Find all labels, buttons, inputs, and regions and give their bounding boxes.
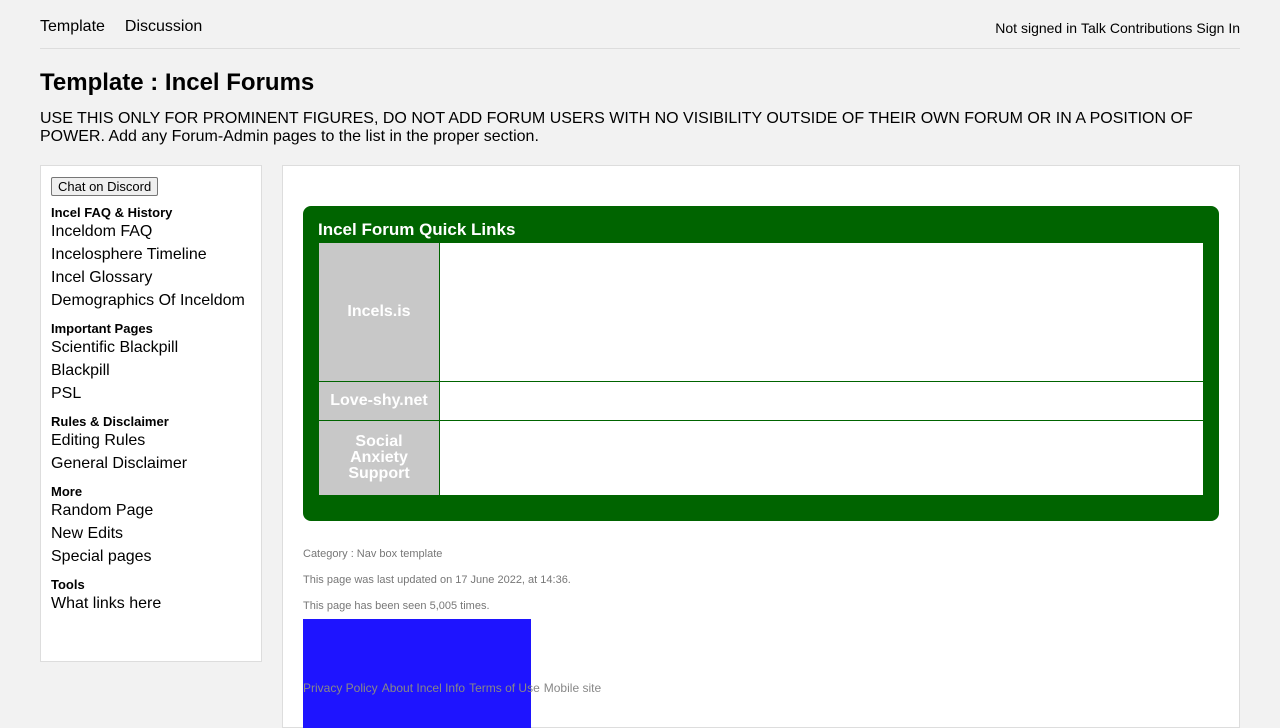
sidebar-heading: Rules & Disclaimer — [51, 414, 169, 429]
navbox-list-cell — [439, 242, 1204, 382]
sidebar-item-incel-glossary[interactable]: Incel Glossary — [51, 266, 251, 289]
sidebar-item-random-page[interactable]: Random Page — [51, 499, 251, 522]
about-link[interactable]: About Incel Info — [382, 681, 465, 695]
navbox-row: Incels.is — [318, 242, 1204, 382]
footer-meta: Category : Nav box template This page wa… — [303, 541, 571, 619]
not-signed-in-label: Not signed in — [995, 20, 1077, 36]
navbox-list-cell — [439, 420, 1204, 496]
sidebar-item-editing-rules[interactable]: Editing Rules — [51, 429, 251, 452]
page-wrapper: Template Discussion Not signed in Talk C… — [40, 0, 1240, 146]
navbox-list-cell — [439, 381, 1204, 421]
sidebar: Chat on Discord Incel FAQ & History Incel… — [40, 165, 262, 662]
sidebar-item-incelosphere-timeline[interactable]: Incelosphere Timeline — [51, 243, 251, 266]
footer-links: Privacy Policy About Incel Info Terms of… — [303, 681, 601, 695]
sidebar-item-special-pages[interactable]: Special pages — [51, 545, 251, 568]
last-updated-text: This page was last updated on 17 June 20… — [303, 574, 571, 586]
navbox-table: Incels.is Love-shy.net Social Anxiety Su… — [318, 242, 1204, 496]
user-links: Not signed in Talk Contributions Sign In — [995, 18, 1240, 36]
sidebar-heading: More — [51, 484, 83, 499]
sidebar-item-new-edits[interactable]: New Edits — [51, 522, 251, 545]
template-notice: USE THIS ONLY FOR PROMINENT FIGURES, DO … — [40, 110, 1193, 145]
chat-on-discord-button[interactable]: Chat on Discord — [51, 177, 159, 196]
namespace-tabs: Template Discussion — [40, 18, 202, 36]
sidebar-item-inceldom-faq[interactable]: Inceldom FAQ — [51, 220, 251, 243]
category-link[interactable]: Category : Nav box template — [303, 541, 571, 567]
navbox-group-social-anxiety-support[interactable]: Social Anxiety Support — [318, 420, 440, 496]
sidebar-item-psl[interactable]: PSL — [51, 382, 251, 405]
navbox-group-incels-is[interactable]: Incels.is — [318, 242, 440, 382]
navbox-row: Love-shy.net — [318, 381, 1204, 421]
sign-in-link[interactable]: Sign In — [1196, 20, 1240, 36]
privacy-policy-link[interactable]: Privacy Policy — [303, 681, 378, 695]
navbox-title: Incel Forum Quick Links — [318, 220, 516, 239]
sidebar-item-what-links-here[interactable]: What links here — [51, 592, 251, 615]
main-content: Incel Forum Quick Links Incels.is Love-s… — [282, 165, 1240, 728]
top-bar: Template Discussion Not signed in Talk C… — [40, 0, 1240, 49]
mobile-site-link[interactable]: Mobile site — [544, 681, 601, 695]
navbox: Incel Forum Quick Links Incels.is Love-s… — [303, 206, 1219, 521]
sidebar-heading: Tools — [51, 577, 85, 592]
tab-discussion[interactable]: Discussion — [125, 18, 202, 36]
navbox-group-love-shy[interactable]: Love-shy.net — [318, 381, 440, 421]
sidebar-item-blackpill[interactable]: Blackpill — [51, 359, 251, 382]
sidebar-item-scientific-blackpill[interactable]: Scientific Blackpill — [51, 336, 251, 359]
page-views-text: This page has been seen 5,005 times. — [303, 600, 490, 612]
terms-of-use-link[interactable]: Terms of Use — [469, 681, 540, 695]
sidebar-item-general-disclaimer[interactable]: General Disclaimer — [51, 452, 251, 475]
sidebar-heading: Incel FAQ & History — [51, 205, 173, 220]
navbox-row: Social Anxiety Support — [318, 420, 1204, 496]
tab-template[interactable]: Template — [40, 18, 105, 36]
accent-block — [303, 619, 531, 728]
talk-link[interactable]: Talk — [1081, 20, 1106, 36]
sidebar-heading: Important Pages — [51, 321, 153, 336]
sidebar-sections: Incel FAQ & History Inceldom FAQ Incelosph… — [51, 205, 251, 615]
sidebar-item-demographics-of-inceldom[interactable]: Demographics Of Inceldom — [51, 289, 251, 312]
page-title: Template : Incel Forums — [40, 69, 315, 96]
contributions-link[interactable]: Contributions — [1110, 20, 1193, 36]
